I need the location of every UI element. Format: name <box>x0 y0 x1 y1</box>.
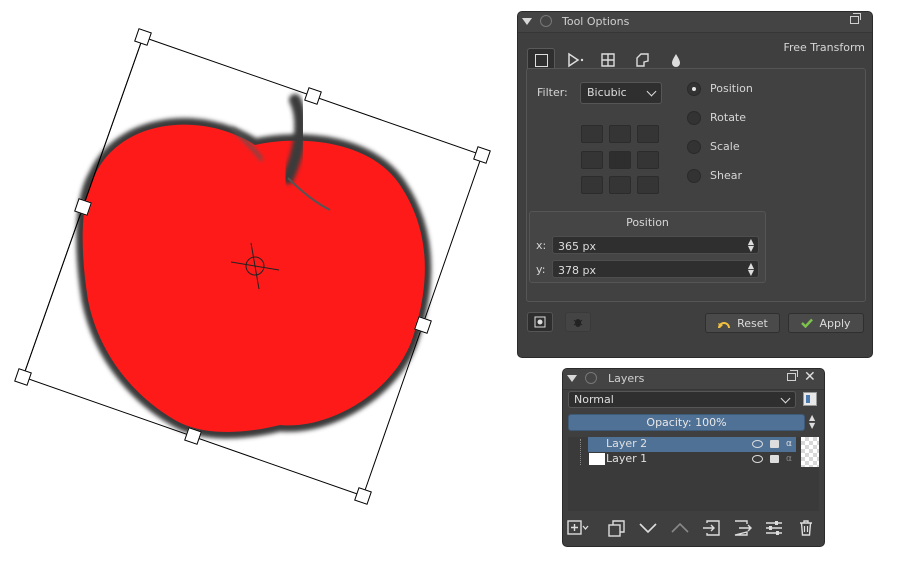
opacity-label: Opacity: 100% <box>646 416 727 429</box>
layer-list: Layer 2 Layer 1 α α <box>568 437 819 511</box>
visibility-eye-icon[interactable] <box>752 455 763 463</box>
apply-button[interactable]: Apply <box>788 313 864 333</box>
alpha-lock-icon[interactable]: α <box>786 439 798 449</box>
chevron-down-icon <box>780 393 791 404</box>
import-layer-icon[interactable] <box>700 517 722 539</box>
anchor-bottom[interactable] <box>609 176 631 194</box>
reset-label: Reset <box>737 316 768 330</box>
anchor-bottom-right[interactable] <box>637 176 659 194</box>
anchor-top-right[interactable] <box>637 125 659 143</box>
tool-options-frame: Filter: Bicubic Position Rotate Scale Sh… <box>526 68 866 302</box>
lock-icon[interactable] <box>770 455 779 463</box>
spin-arrows-icon[interactable]: ▲ ▼ <box>748 262 754 277</box>
tool-options-titlebar: Tool Options <box>518 12 872 33</box>
radio-scale-label[interactable]: Scale <box>710 140 740 153</box>
float-icon[interactable] <box>787 370 798 381</box>
layer-2-thumbnail <box>589 438 605 450</box>
lock-icon[interactable] <box>540 15 552 27</box>
layers-title: Layers <box>608 372 645 385</box>
anchor-left[interactable] <box>581 151 603 169</box>
filter-select[interactable]: Bicubic <box>580 82 662 104</box>
collapse-icon[interactable] <box>522 18 532 25</box>
blend-mode-value: Normal <box>574 393 614 406</box>
checkmark-icon <box>801 318 814 328</box>
layers-docker: Layers ✕ Normal Opacity: 100% ▲ ▼ Layer 2… <box>563 369 824 546</box>
tool-options-title: Tool Options <box>562 15 630 28</box>
visibility-eye-icon[interactable] <box>752 440 763 448</box>
opacity-slider[interactable]: Opacity: 100% <box>568 414 805 431</box>
layer-preview-thumbnail <box>801 437 819 467</box>
radio-position-label[interactable]: Position <box>710 82 753 95</box>
blend-mode-select[interactable]: Normal <box>568 391 796 408</box>
lock-icon[interactable] <box>585 372 597 384</box>
anchor-top[interactable] <box>609 125 631 143</box>
position-group: Position x: 365 px ▲ ▼ y: 378 px ▲ ▼ <box>529 211 766 283</box>
move-layer-down-icon[interactable] <box>637 517 659 539</box>
radio-rotate-label[interactable]: Rotate <box>710 111 746 124</box>
layer-settings-icon[interactable] <box>763 517 785 539</box>
layer-1-thumbnail <box>589 453 605 465</box>
spin-arrows-icon[interactable]: ▲ ▼ <box>809 414 815 430</box>
layer-2-name[interactable]: Layer 2 <box>606 437 813 451</box>
bug-icon[interactable] <box>565 312 591 332</box>
anchor-center[interactable] <box>609 151 631 169</box>
radio-scale[interactable] <box>687 140 701 154</box>
anchor-right[interactable] <box>637 151 659 169</box>
lock-icon[interactable] <box>770 440 779 448</box>
x-position-input[interactable]: 365 px ▲ ▼ <box>552 236 759 254</box>
reset-icon <box>718 322 731 329</box>
chevron-down-icon <box>646 86 657 97</box>
radio-position[interactable] <box>687 82 701 96</box>
radio-shear-label[interactable]: Shear <box>710 169 742 182</box>
layer-tree-line <box>580 439 582 465</box>
x-value: 365 px <box>558 240 596 253</box>
export-layer-icon[interactable] <box>732 517 754 539</box>
transform-mode-label: Free Transform <box>783 41 865 54</box>
x-label: x: <box>536 239 547 252</box>
close-icon[interactable]: ✕ <box>804 370 816 384</box>
transform-preview-button[interactable] <box>527 312 553 332</box>
position-group-title: Position <box>626 216 669 229</box>
reset-button[interactable]: Reset <box>705 313 780 333</box>
apply-label: Apply <box>819 316 851 330</box>
alpha-lock-icon[interactable]: α <box>786 454 798 464</box>
spin-arrows-icon[interactable]: ▲ ▼ <box>748 238 754 253</box>
collapse-icon[interactable] <box>567 375 577 382</box>
float-icon[interactable] <box>850 13 861 24</box>
y-value: 378 px <box>558 264 596 277</box>
filter-value: Bicubic <box>587 86 627 99</box>
radio-shear[interactable] <box>687 169 701 183</box>
delete-layer-icon[interactable] <box>795 517 817 539</box>
duplicate-layer-icon[interactable] <box>606 517 628 539</box>
layer-1-name[interactable]: Layer 1 <box>606 452 813 466</box>
tool-options-docker: Tool Options Free Transform Filter: Bicu… <box>518 12 872 357</box>
anchor-top-left[interactable] <box>581 125 603 143</box>
add-layer-button[interactable] <box>567 517 589 539</box>
filter-label: Filter: <box>537 86 568 99</box>
layer-properties-icon[interactable] <box>803 392 817 406</box>
y-label: y: <box>536 263 546 276</box>
y-position-input[interactable]: 378 px ▲ ▼ <box>552 260 759 278</box>
radio-rotate[interactable] <box>687 111 701 125</box>
move-layer-up-icon[interactable] <box>669 517 691 539</box>
anchor-bottom-left[interactable] <box>581 176 603 194</box>
layers-titlebar: Layers ✕ <box>563 369 824 390</box>
